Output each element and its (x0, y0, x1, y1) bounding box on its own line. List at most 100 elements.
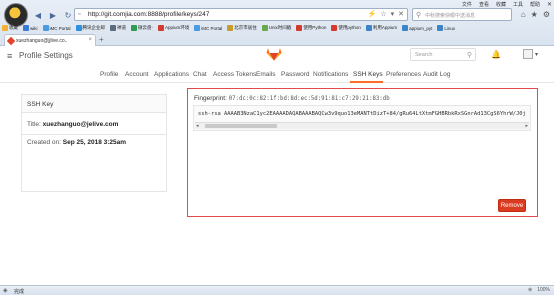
forward-icon[interactable]: ▶ (47, 9, 59, 21)
address-bar[interactable]: ▫ http://git.comjia.com:8888/profile/key… (74, 8, 408, 21)
bookmark-item[interactable]: Linux (437, 25, 455, 31)
bookmark-item[interactable]: 禅道 (110, 25, 126, 31)
public-key-text[interactable]: ssh-rsa AAAAB3NzaC1yc2EAAAADAQABAAABAQCw… (198, 111, 528, 117)
menu-favorites[interactable]: 收藏 (496, 1, 506, 8)
bookmark-item[interactable]: Appium环境 (158, 25, 189, 31)
back-icon[interactable]: ◀ (32, 9, 44, 21)
home-icon[interactable]: ⌂ (521, 10, 526, 19)
tab-account[interactable]: Account (125, 71, 149, 78)
gitlab-logo-icon[interactable] (266, 47, 282, 61)
browser-search-placeholder: 中秋搜索快眼中送消息 (425, 13, 476, 19)
title-value: xuezhanguo@jelive.com (42, 121, 119, 128)
bookmark-item[interactable]: 使用python (331, 25, 361, 31)
compat-icon[interactable]: ⚡ (368, 10, 377, 18)
status-bar: ◈ 完成 ⊕ 100% (0, 285, 554, 295)
bookmark-icon (194, 25, 201, 31)
bookmark-item[interactable]: 腾讯企业邮 (75, 25, 105, 31)
hamburger-menu-icon[interactable]: ≡ (7, 51, 12, 61)
tab-password[interactable]: Password (281, 71, 310, 78)
bookmark-icon (158, 25, 165, 31)
menu-help[interactable]: 帮助 (530, 1, 540, 8)
bookmark-icon (131, 25, 138, 31)
horizontal-scrollbar[interactable]: ◂ ▸ (195, 122, 529, 129)
ssh-key-detail: Fingerprint: 07:dc:0c:82:1f:bd:8d:ec:5d:… (187, 88, 538, 217)
dropdown-icon[interactable]: ▾ (391, 10, 395, 18)
gitlab-search-placeholder: Search (415, 52, 433, 58)
user-avatar[interactable] (523, 49, 533, 59)
address-text[interactable]: http://git.comjia.com:8888/profile/keys/… (88, 11, 209, 18)
tab-applications[interactable]: Applications (154, 71, 189, 78)
close-tab-icon[interactable]: × (88, 37, 92, 43)
created-row: Created on: Sep 25, 2018 3:25am (27, 139, 126, 146)
bookmark-item[interactable]: Unix时间戳 (261, 25, 292, 31)
gitlab-search-input[interactable]: Search ⚲ (410, 48, 476, 61)
browser-menu: 文件 查看 收藏 工具 帮助 (462, 1, 540, 8)
settings-icon[interactable]: ⚙ (543, 10, 550, 19)
favorite-star-icon[interactable]: ☆ (380, 10, 386, 18)
bookmark-item[interactable]: appium_pyt (402, 25, 432, 31)
menu-tools[interactable]: 工具 (513, 1, 523, 8)
browser-tab[interactable]: xuezhanguo@jjlive.co.. × (4, 34, 96, 46)
tab-chat[interactable]: Chat (193, 71, 207, 78)
page-title: Profile Settings (19, 51, 73, 60)
close-window-icon[interactable]: ✕ (547, 1, 552, 8)
scrollbar-thumb[interactable] (205, 124, 277, 128)
bookmark-item[interactable]: 收藏 (2, 25, 18, 31)
bookmark-icon (75, 25, 82, 31)
bookmark-item[interactable]: 利用Appium (365, 25, 398, 31)
refresh-icon[interactable]: ↻ (62, 9, 74, 21)
menu-file[interactable]: 文件 (462, 1, 472, 8)
bookmark-item[interactable]: iMC Portal (42, 25, 71, 31)
bookmark-item[interactable]: iMC Portal (194, 25, 222, 31)
bookmarks-bar: 收藏 wiki iMC Portal 腾讯企业邮 禅道 微云盘· Appium环… (2, 23, 552, 33)
remove-button[interactable]: Remove (498, 199, 526, 212)
notifications-icon[interactable]: 🔔 (491, 50, 501, 59)
new-tab-icon[interactable]: + (99, 35, 104, 44)
bookmark-label: appium_pyt (409, 25, 433, 31)
bookmark-icon (331, 25, 338, 31)
chevron-down-icon[interactable]: ▾ (535, 51, 538, 58)
bookmark-label: 使用Python (303, 25, 327, 30)
tab-ssh-keys[interactable]: SSH Keys (353, 71, 383, 78)
scroll-right-icon[interactable]: ▸ (525, 123, 528, 129)
settings-subnav: Profile Account Applications Chat Access… (0, 68, 554, 83)
tab-profile[interactable]: Profile (100, 71, 118, 78)
created-label: Created on: (27, 139, 61, 146)
search-icon: ⚲ (416, 12, 422, 19)
browser-nav: ◀ ▶ ↻ (32, 9, 74, 21)
tab-preferences[interactable]: Preferences (386, 71, 421, 78)
bookmark-icon (402, 25, 409, 31)
page-icon: ▫ (78, 10, 81, 18)
tab-emails[interactable]: Emails (256, 71, 276, 78)
bookmark-label: 收藏 (9, 25, 18, 30)
tab-notifications[interactable]: Notifications (313, 71, 348, 78)
fingerprint-row: Fingerprint: 07:dc:0c:82:1f:bd:8d:ec:5d:… (194, 95, 390, 102)
public-key-block[interactable]: ssh-rsa AAAAB3NzaC1yc2EAAAADAQABAAABAQCw… (193, 105, 531, 131)
favorites-icon[interactable]: ★ (531, 10, 538, 19)
title-label: Title: (27, 121, 41, 128)
window-controls: ✕ (547, 1, 552, 8)
tab-audit-log[interactable]: Audit Log (423, 71, 450, 78)
created-value: Sep 25, 2018 3:25am (62, 139, 127, 146)
bookmark-label: wiki (30, 25, 38, 31)
bookmark-item[interactable]: 北京市居住 (227, 25, 257, 31)
browser-search-input[interactable]: ⚲ 中秋搜索快眼中送消息 (412, 8, 512, 21)
zoom-level[interactable]: 100% (537, 287, 550, 293)
tab-title: xuezhanguo@jjlive.co.. (16, 37, 68, 44)
active-tab-indicator (350, 81, 383, 83)
tab-access-tokens[interactable]: Access Tokens (213, 71, 256, 78)
bookmark-icon (110, 25, 117, 31)
gitlab-header: ≡ Profile Settings Search ⚲ 🔔 ▾ (0, 46, 554, 66)
scroll-left-icon[interactable]: ◂ (196, 123, 199, 129)
menu-view[interactable]: 查看 (479, 1, 489, 8)
gitlab-favicon-icon (6, 36, 16, 45)
bookmark-item[interactable]: wiki (23, 25, 38, 31)
bookmark-item[interactable]: 微云盘· (131, 25, 153, 31)
bookmark-label: 利用Appium (372, 25, 398, 30)
stop-icon[interactable]: ✕ (398, 10, 404, 18)
bookmark-item[interactable]: 使用Python (296, 25, 326, 31)
bookmark-label: Unix时间戳 (268, 25, 292, 30)
security-icon: ⊕ (528, 287, 533, 293)
bookmark-label: 北京市居住 (234, 25, 257, 30)
bookmark-icon (227, 25, 234, 31)
